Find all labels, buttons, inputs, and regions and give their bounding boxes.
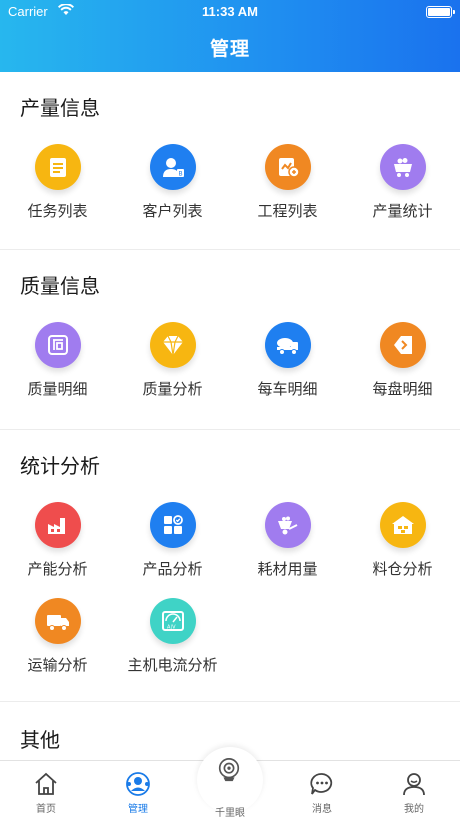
tag-icon — [379, 322, 426, 368]
motor-current-analysis-button[interactable]: A|V 主机电流分析 — [115, 598, 230, 694]
section-statistics: 统计分析 产能分析 产品分析 耗材用量 料仓分析 运输分析 A|V 主机电流分析 — [0, 430, 460, 702]
section-title: 质量信息 — [20, 274, 100, 298]
silo-analysis-button[interactable]: 料仓分析 — [345, 502, 460, 598]
camera-icon — [218, 758, 240, 782]
tab-label: 管理 — [128, 804, 148, 815]
section-quality: 质量信息 质量明细 质量分析 每车明细 每盘明细 — [0, 250, 460, 430]
item-label: 料仓分析 — [372, 560, 433, 578]
item-label: 任务列表 — [27, 202, 88, 220]
section-grid: 产能分析 产品分析 耗材用量 料仓分析 运输分析 A|V 主机电流分析 — [0, 502, 460, 694]
per-truck-detail-button[interactable]: 每车明细 — [230, 322, 345, 418]
diamond-icon — [149, 322, 196, 368]
tab-manage[interactable]: 管理 — [92, 761, 184, 818]
item-label: 质量分析 — [142, 380, 203, 398]
tab-label: 我的 — [404, 804, 424, 815]
product-analysis-button[interactable]: 产品分析 — [115, 502, 230, 598]
clock: 11:33 AM — [202, 4, 258, 19]
customer-icon: B — [149, 144, 196, 190]
profile-icon — [403, 773, 425, 796]
item-label: 每盘明细 — [372, 380, 433, 398]
wheelbarrow-icon — [264, 502, 311, 548]
task-list-button[interactable]: 任务列表 — [0, 144, 115, 240]
item-label: 质量明细 — [27, 380, 88, 398]
customer-list-button[interactable]: B 客户列表 — [115, 144, 230, 240]
svg-text:B: B — [178, 171, 182, 178]
truck-icon — [34, 598, 81, 644]
transport-analysis-button[interactable]: 运输分析 — [0, 598, 115, 694]
cart-icon — [379, 144, 426, 190]
item-label: 每车明细 — [257, 380, 318, 398]
tab-bar: 首页 管理 千里眼 消息 我的 — [0, 747, 460, 818]
item-label: 主机电流分析 — [127, 656, 218, 674]
tab-messages[interactable]: 消息 — [276, 761, 368, 818]
capacity-analysis-button[interactable]: 产能分析 — [0, 502, 115, 598]
status-bar: Carrier 11:33 AM — [0, 0, 460, 24]
section-grid: 任务列表 B 客户列表 工程列表 产量统计 — [0, 144, 460, 240]
quality-analysis-button[interactable]: 质量分析 — [115, 322, 230, 418]
home-icon — [35, 772, 57, 795]
page-title: 管理 — [209, 38, 250, 60]
item-label: 工程列表 — [257, 202, 318, 220]
section-title: 统计分析 — [20, 454, 100, 478]
message-icon — [310, 773, 333, 795]
per-batch-detail-button[interactable]: 每盘明细 — [345, 322, 460, 418]
tab-label: 首页 — [36, 804, 56, 815]
warehouse-icon — [379, 502, 426, 548]
factory-icon — [34, 502, 81, 548]
tab-home[interactable]: 首页 — [0, 761, 92, 818]
task-list-icon — [34, 144, 81, 190]
manage-icon — [126, 772, 150, 796]
tab-label: 千里眼 — [215, 808, 245, 818]
item-label: 产品分析 — [142, 560, 203, 578]
ammeter-icon: A|V — [149, 598, 196, 644]
item-label: 客户列表 — [142, 202, 203, 220]
project-list-icon — [264, 144, 311, 190]
project-list-button[interactable]: 工程列表 — [230, 144, 345, 240]
production-stats-button[interactable]: 产量统计 — [345, 144, 460, 240]
item-label: 产能分析 — [27, 560, 88, 578]
app-header: Carrier 11:33 AM 管理 — [0, 0, 460, 72]
main-content: 产量信息 任务列表 B 客户列表 工程列表 产量统计 质量信息 质量明细 质量分… — [0, 72, 460, 762]
svg-text:A|V: A|V — [167, 625, 176, 631]
tab-profile[interactable]: 我的 — [368, 761, 460, 818]
quality-detail-button[interactable]: 质量明细 — [0, 322, 115, 418]
section-title: 产量信息 — [20, 96, 100, 120]
item-label: 运输分析 — [27, 656, 88, 674]
mixer-truck-icon — [264, 322, 311, 368]
grid-check-icon — [149, 502, 196, 548]
section-production: 产量信息 任务列表 B 客户列表 工程列表 产量统计 — [0, 72, 460, 250]
item-label: 产量统计 — [372, 202, 433, 220]
tab-camera[interactable]: 千里眼 — [184, 747, 276, 818]
stamp-icon — [34, 322, 81, 368]
item-label: 耗材用量 — [257, 560, 318, 578]
battery-icon — [426, 6, 455, 18]
section-grid: 质量明细 质量分析 每车明细 每盘明细 — [0, 322, 460, 418]
consumables-usage-button[interactable]: 耗材用量 — [230, 502, 345, 598]
tab-label: 消息 — [312, 804, 332, 815]
